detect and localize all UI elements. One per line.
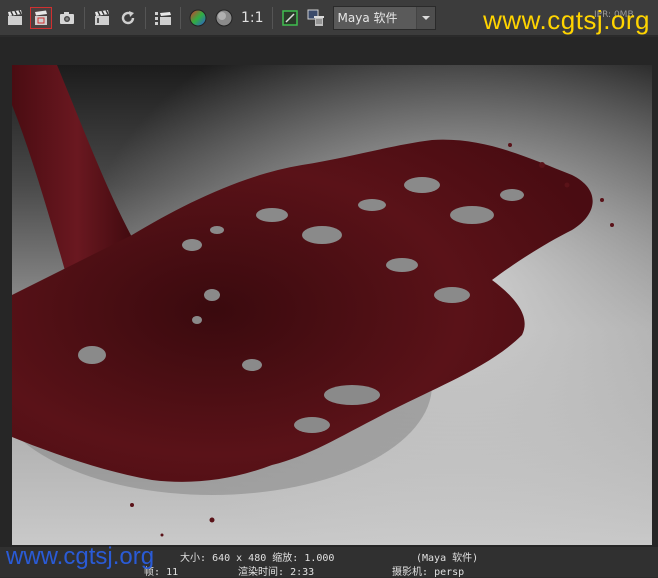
toolbar-separator xyxy=(84,6,85,29)
renderer-note: (Maya 软件) xyxy=(416,553,479,564)
color-channels-icon xyxy=(189,9,207,26)
image-size-info: 大小: 640 x 480 缩放: 1.000 xyxy=(180,549,334,564)
size-label: 大小: xyxy=(180,553,207,564)
display-alpha-button[interactable] xyxy=(213,7,235,29)
chevron-down-icon xyxy=(415,6,435,29)
toolbar-separator xyxy=(271,6,273,29)
frame-value: 11 xyxy=(166,567,179,578)
camera-label: 摄影机: xyxy=(392,567,429,578)
watermark-top: www.cgtsj.org xyxy=(483,5,650,35)
toolbar-separator xyxy=(180,6,181,29)
trash-icon xyxy=(307,9,324,26)
refresh-icon xyxy=(121,10,135,24)
render-time-label: 渲染时间: xyxy=(238,567,285,578)
remove-image-button[interactable] xyxy=(305,7,327,29)
render-settings-button[interactable] xyxy=(152,7,174,29)
clapperboard-icon xyxy=(8,9,22,25)
rendered-image xyxy=(12,65,652,545)
watermark-bottom: www.cgtsj.org xyxy=(6,543,155,570)
render-frame-button[interactable] xyxy=(4,7,26,29)
render-settings-icon xyxy=(155,11,171,25)
alpha-channel-icon xyxy=(215,9,233,26)
snapshot-camera-icon xyxy=(60,11,74,24)
render-view-canvas[interactable] xyxy=(0,37,658,547)
ipr-render-button[interactable] xyxy=(91,7,113,29)
refresh-ipr-button[interactable] xyxy=(117,7,139,29)
camera-value: persp xyxy=(434,567,465,578)
snapshot-button[interactable] xyxy=(56,7,78,29)
renderer-dropdown-value: Maya 软件 xyxy=(337,11,398,25)
toolbar-separator xyxy=(145,6,146,29)
render-region-icon xyxy=(35,10,47,25)
keep-image-button[interactable] xyxy=(279,7,301,29)
keep-image-icon xyxy=(281,9,298,26)
ipr-clapperboard-icon xyxy=(95,9,109,25)
render-region-button[interactable] xyxy=(30,6,52,29)
render-time-value: 2:33 xyxy=(290,567,315,578)
display-rgb-button[interactable] xyxy=(187,7,209,29)
real-size-button[interactable]: 1:1 xyxy=(237,10,268,26)
render-time-info: 渲染时间: 2:33 xyxy=(238,563,314,578)
renderer-dropdown[interactable]: Maya 软件 xyxy=(332,5,436,30)
camera-info: 摄影机: persp xyxy=(392,563,464,578)
